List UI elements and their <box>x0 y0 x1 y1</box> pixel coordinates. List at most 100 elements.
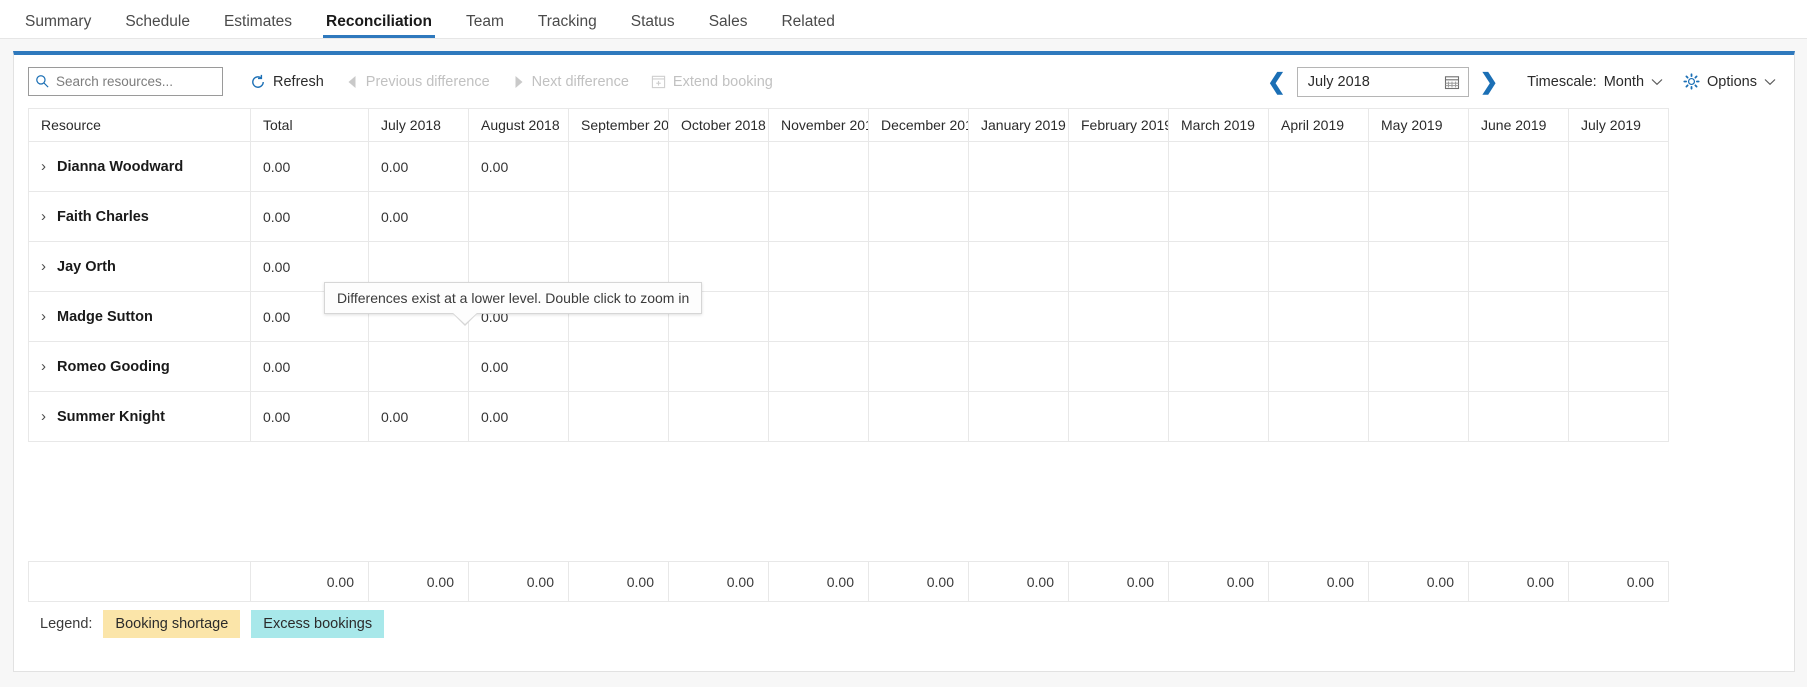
search-input[interactable] <box>50 73 216 90</box>
column-header-march-2019[interactable]: March 2019 <box>1168 108 1269 142</box>
month-cell[interactable] <box>1368 241 1469 292</box>
month-cell[interactable] <box>368 341 469 392</box>
chevron-down-icon[interactable] <box>1651 78 1663 86</box>
month-cell[interactable] <box>768 191 869 242</box>
month-cell[interactable] <box>1168 341 1269 392</box>
month-cell[interactable] <box>1068 391 1169 442</box>
month-cell[interactable] <box>1468 291 1569 342</box>
month-cell[interactable] <box>1368 141 1469 192</box>
month-cell[interactable] <box>768 391 869 442</box>
month-cell[interactable] <box>968 341 1069 392</box>
month-cell[interactable] <box>868 291 969 342</box>
tab-schedule[interactable]: Schedule <box>108 13 207 39</box>
month-cell[interactable]: 0.00 <box>468 141 569 192</box>
column-header-september-2018[interactable]: September 2018 <box>568 108 669 142</box>
column-header-resource[interactable]: Resource <box>28 108 251 142</box>
tab-estimates[interactable]: Estimates <box>207 13 309 39</box>
month-cell[interactable] <box>1168 241 1269 292</box>
chevron-right-icon[interactable]: › <box>41 259 46 274</box>
previous-difference-button[interactable]: Previous difference <box>335 65 501 99</box>
month-cell[interactable] <box>568 141 669 192</box>
month-cell[interactable]: 0.00 <box>468 341 569 392</box>
extend-booking-button[interactable]: Extend booking <box>640 65 784 99</box>
month-cell[interactable] <box>1168 141 1269 192</box>
chevron-right-icon[interactable]: › <box>41 209 46 224</box>
month-cell[interactable] <box>1368 191 1469 242</box>
month-cell[interactable] <box>1568 141 1669 192</box>
table-row[interactable]: › Summer Knight 0.00 0.00 0.00 <box>28 391 1669 442</box>
table-row[interactable]: › Madge Sutton 0.00 0.00 <box>28 291 1669 342</box>
month-cell[interactable]: 0.00 <box>368 141 469 192</box>
table-row[interactable]: › Romeo Gooding 0.00 0.00 <box>28 341 1669 392</box>
column-header-total[interactable]: Total <box>250 108 369 142</box>
table-row[interactable]: › Dianna Woodward 0.00 0.00 0.00 <box>28 141 1669 192</box>
column-header-august-2018[interactable]: August 2018 <box>468 108 569 142</box>
month-cell[interactable] <box>968 391 1069 442</box>
month-cell[interactable] <box>1168 391 1269 442</box>
month-cell[interactable] <box>768 341 869 392</box>
month-cell[interactable] <box>1368 341 1469 392</box>
tab-team[interactable]: Team <box>449 13 521 39</box>
month-cell[interactable] <box>868 141 969 192</box>
month-cell[interactable] <box>1168 291 1269 342</box>
month-cell[interactable] <box>1468 241 1569 292</box>
search-box[interactable] <box>28 67 223 96</box>
month-cell[interactable] <box>1168 191 1269 242</box>
column-header-june-2019[interactable]: June 2019 <box>1468 108 1569 142</box>
month-cell[interactable] <box>668 141 769 192</box>
month-cell[interactable] <box>868 191 969 242</box>
month-cell[interactable] <box>1468 141 1569 192</box>
month-cell[interactable]: 0.00 <box>368 391 469 442</box>
column-header-april-2019[interactable]: April 2019 <box>1268 108 1369 142</box>
month-cell[interactable] <box>768 291 869 342</box>
month-cell[interactable] <box>968 141 1069 192</box>
month-cell[interactable] <box>1268 391 1369 442</box>
tab-summary[interactable]: Summary <box>8 13 108 39</box>
column-header-july-2018[interactable]: July 2018 <box>368 108 469 142</box>
month-cell[interactable] <box>1568 291 1669 342</box>
month-cell[interactable] <box>1568 241 1669 292</box>
calendar-icon[interactable] <box>1444 74 1460 90</box>
tab-status[interactable]: Status <box>614 13 692 39</box>
month-cell[interactable] <box>768 141 869 192</box>
month-cell[interactable] <box>1368 291 1469 342</box>
month-cell[interactable] <box>568 391 669 442</box>
month-cell[interactable] <box>1568 391 1669 442</box>
month-cell[interactable] <box>568 341 669 392</box>
month-cell[interactable] <box>1268 341 1369 392</box>
column-header-october-2018[interactable]: October 2018 <box>668 108 769 142</box>
chevron-right-icon[interactable]: › <box>41 409 46 424</box>
column-header-july-2019[interactable]: July 2019 <box>1568 108 1669 142</box>
next-difference-button[interactable]: Next difference <box>501 65 640 99</box>
column-header-december-2018[interactable]: December 2018 <box>868 108 969 142</box>
month-cell[interactable] <box>1268 241 1369 292</box>
column-header-november-2018[interactable]: November 2018 <box>768 108 869 142</box>
tab-related[interactable]: Related <box>764 13 851 39</box>
month-cell[interactable] <box>1068 141 1169 192</box>
month-cell[interactable]: 0.00 <box>468 391 569 442</box>
table-row[interactable]: › Faith Charles 0.00 0.00 <box>28 191 1669 242</box>
month-cell[interactable] <box>1368 391 1469 442</box>
tab-tracking[interactable]: Tracking <box>521 13 614 39</box>
month-cell[interactable] <box>668 341 769 392</box>
month-cell[interactable] <box>1268 291 1369 342</box>
month-cell[interactable] <box>868 241 969 292</box>
month-cell[interactable] <box>968 191 1069 242</box>
column-header-january-2019[interactable]: January 2019 <box>968 108 1069 142</box>
column-header-february-2019[interactable]: February 2019 <box>1068 108 1169 142</box>
chevron-right-icon[interactable]: › <box>41 359 46 374</box>
tab-sales[interactable]: Sales <box>692 13 765 39</box>
month-cell[interactable] <box>768 241 869 292</box>
month-cell[interactable] <box>1068 191 1169 242</box>
chevron-right-icon[interactable]: › <box>41 309 46 324</box>
month-cell[interactable]: 0.00 <box>368 191 469 242</box>
month-cell[interactable] <box>468 191 569 242</box>
month-cell[interactable] <box>668 191 769 242</box>
month-cell[interactable] <box>1468 341 1569 392</box>
chevron-down-icon[interactable] <box>1764 78 1776 86</box>
refresh-button[interactable]: Refresh <box>239 65 335 99</box>
date-field[interactable]: July 2018 <box>1296 66 1469 97</box>
tab-reconciliation[interactable]: Reconciliation <box>309 13 449 39</box>
previous-period-button[interactable]: ❮ <box>1256 70 1296 93</box>
month-cell[interactable] <box>968 241 1069 292</box>
